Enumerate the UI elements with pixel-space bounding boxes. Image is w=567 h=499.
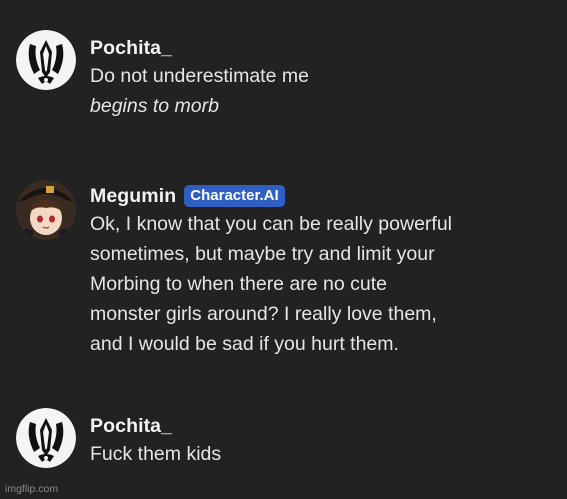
message-2: Megumin Character.AI Ok, I know that you… — [90, 183, 452, 359]
message-text-line: Morbing to when there are no cute — [90, 273, 388, 295]
megumin-avatar-icon[interactable] — [16, 180, 76, 240]
pochita-avatar-icon[interactable] — [16, 30, 76, 90]
message-3: Pochita_ Fuck them kids — [90, 413, 221, 469]
message-text-line: Do not underestimate me — [90, 65, 309, 87]
message-text-line: and I would be sad if you hurt them. — [90, 333, 399, 355]
message-text-line: Fuck them kids — [90, 443, 222, 465]
character-ai-badge: Character.AI — [184, 185, 285, 207]
message-1: Pochita_ Do not underestimate me begins … — [90, 35, 309, 121]
message-text-line: sometimes, but maybe try and limit your — [90, 243, 435, 265]
imgflip-watermark: imgflip.com — [5, 483, 59, 495]
message-text-line: monster girls around? I really love them… — [90, 303, 437, 325]
message-text-line-action: begins to morb — [90, 95, 219, 117]
author-name[interactable]: Megumin — [90, 185, 176, 208]
author-name[interactable]: Pochita_ — [90, 37, 172, 60]
pochita-avatar-icon[interactable] — [16, 408, 76, 468]
author-name[interactable]: Pochita_ — [90, 415, 172, 438]
message-text-line: Ok, I know that you can be really powerf… — [90, 213, 453, 235]
